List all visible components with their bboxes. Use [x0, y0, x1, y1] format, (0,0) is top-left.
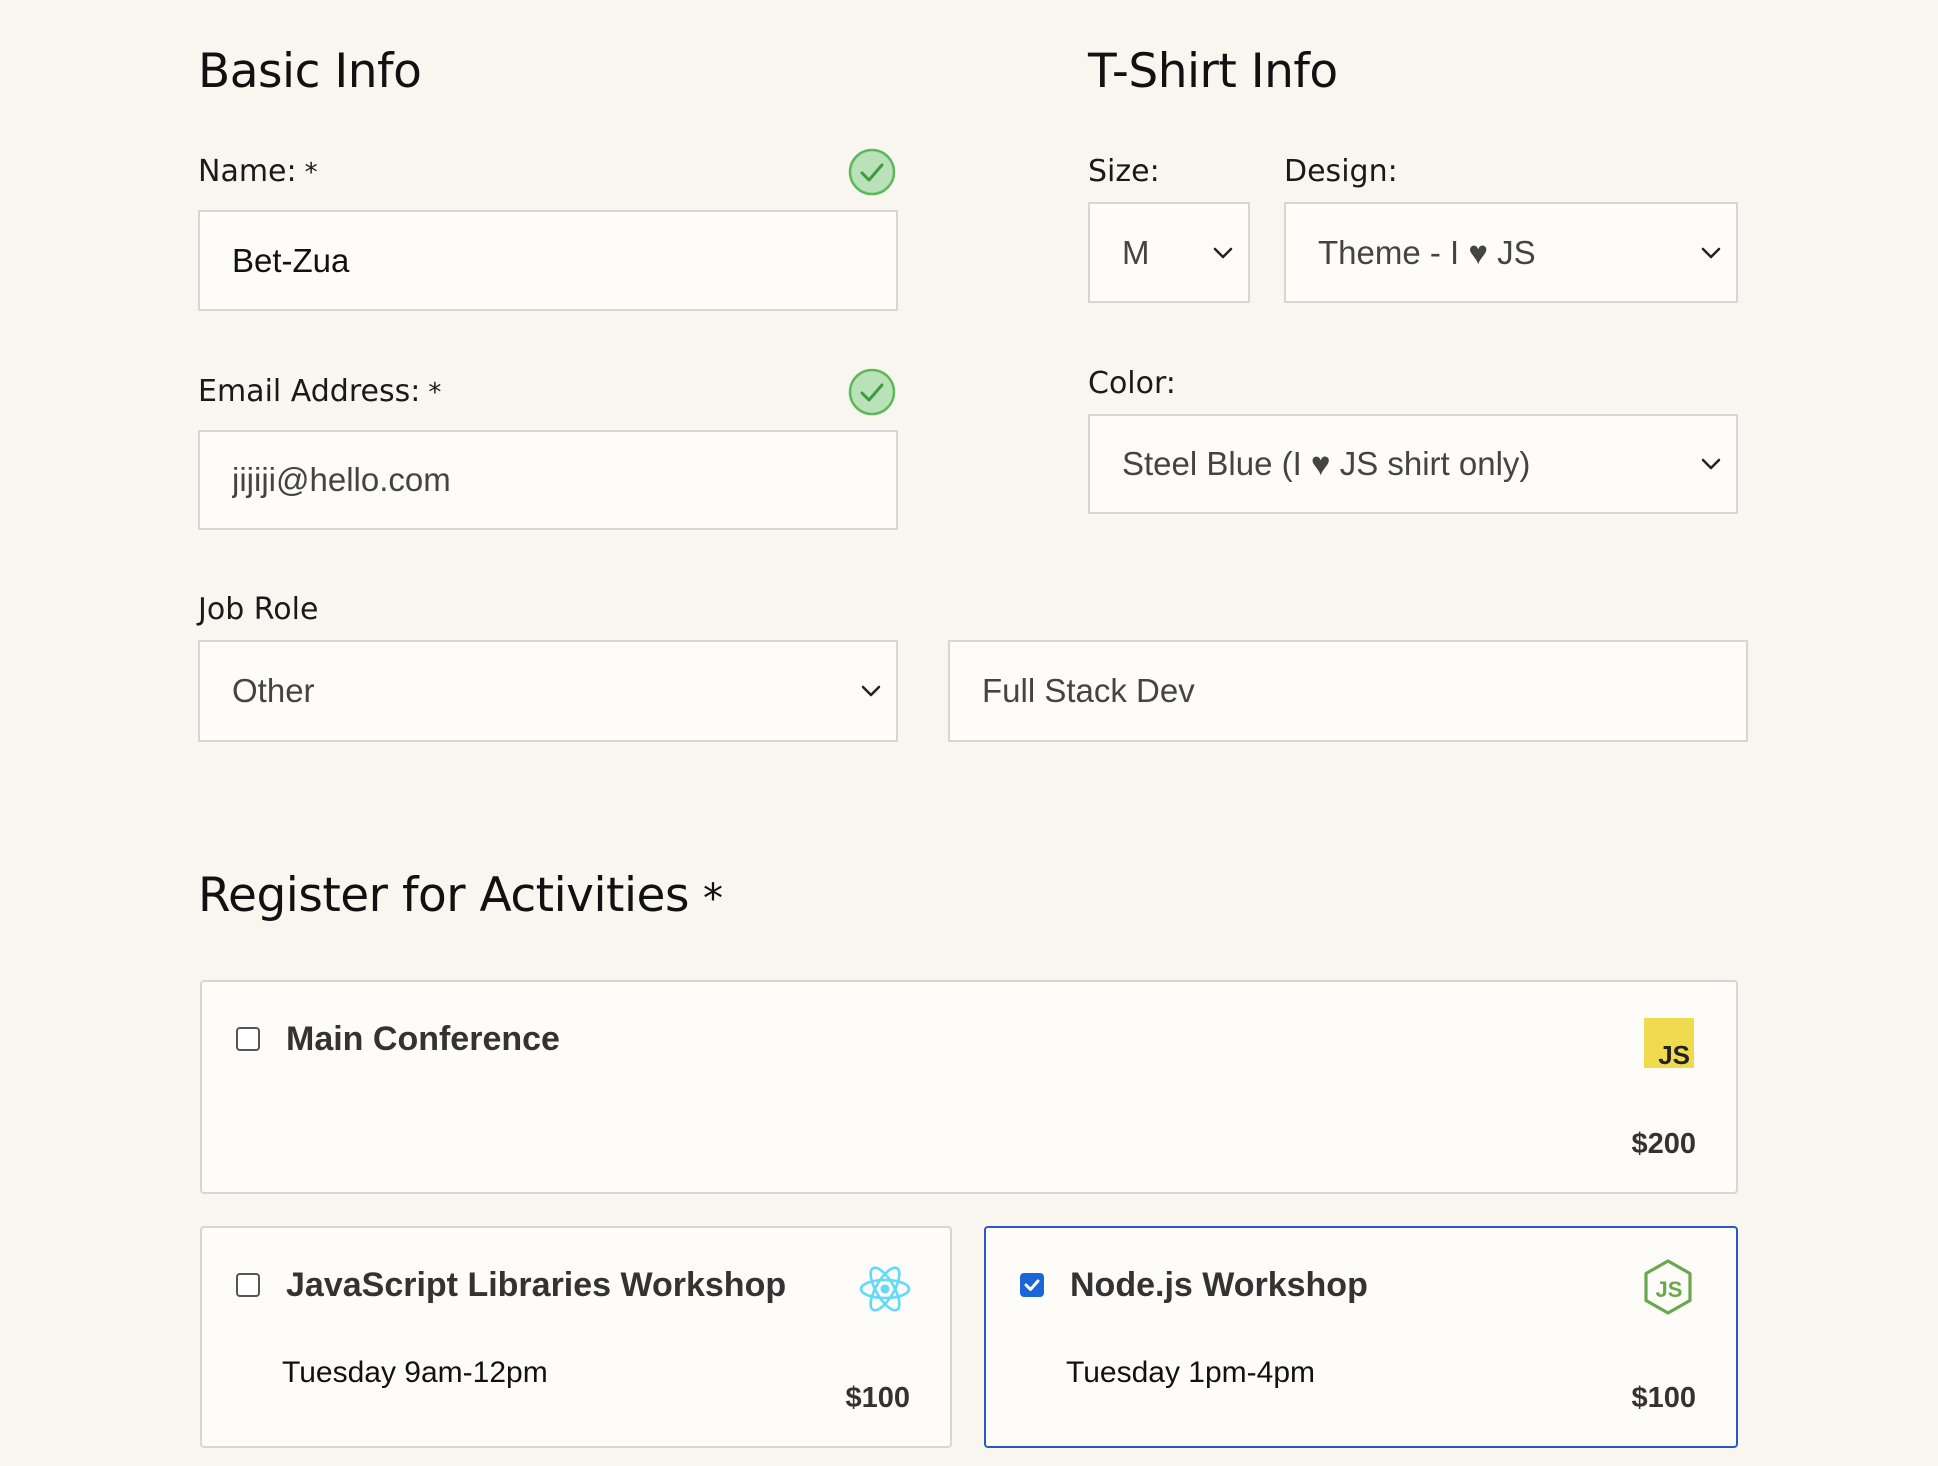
job-role-select[interactable]: Other [198, 640, 898, 742]
email-label-text: Email Address: [198, 374, 421, 409]
activity-time-nodejs: Tuesday 1pm-4pm [1066, 1356, 1315, 1389]
activity-price-js-libraries: $100 [845, 1382, 910, 1414]
svg-text:JS: JS [1656, 1277, 1683, 1302]
activity-card-main-conference[interactable]: Main Conference JS $200 [200, 980, 1738, 1194]
other-job-role-input[interactable]: Full Stack Dev [948, 640, 1748, 742]
activity-title-main-conference: Main Conference [286, 1020, 560, 1058]
chevron-down-icon [1213, 247, 1233, 258]
name-required-mark: * [304, 157, 318, 188]
email-input-value: jijiji@hello.com [232, 461, 451, 498]
activity-title-nodejs: Node.js Workshop [1070, 1266, 1368, 1304]
activity-card-js-libraries[interactable]: JavaScript Libraries Workshop Tuesday 9a… [200, 1226, 952, 1448]
nodejs-icon: JS [1644, 1259, 1692, 1315]
activity-checkbox-js-libraries[interactable] [236, 1273, 260, 1297]
checkmark-icon [1024, 1279, 1040, 1291]
name-label-text: Name: [198, 154, 297, 189]
activity-title-js-libraries: JavaScript Libraries Workshop [286, 1266, 787, 1304]
color-selected-value: Steel Blue (I ♥ JS shirt only) [1122, 445, 1531, 482]
other-job-role-value: Full Stack Dev [982, 672, 1195, 709]
svg-text:JS: JS [1658, 1040, 1690, 1068]
activity-time-js-libraries: Tuesday 9am-12pm [282, 1356, 548, 1389]
job-role-label: Job Role [198, 592, 319, 627]
activity-card-nodejs[interactable]: Node.js Workshop JS Tuesday 1pm-4pm $100 [984, 1226, 1738, 1448]
chevron-down-icon [1701, 247, 1721, 258]
js-icon: JS [1644, 1018, 1694, 1068]
email-input[interactable]: jijiji@hello.com [198, 430, 898, 530]
color-label: Color: [1088, 366, 1176, 401]
tshirt-info-title: T-Shirt Info [1088, 44, 1338, 99]
job-role-selected-value: Other [232, 672, 315, 709]
name-input-value: Bet-Zua [232, 241, 350, 279]
chevron-down-icon [1701, 458, 1721, 470]
size-select[interactable]: M [1088, 202, 1250, 303]
name-input[interactable]: Bet-Zua [198, 210, 898, 311]
email-valid-check-icon [848, 368, 896, 416]
size-selected-value: M [1122, 233, 1150, 271]
email-label: Email Address: * [198, 374, 441, 409]
activity-price-nodejs: $100 [1631, 1382, 1696, 1414]
activity-checkbox-main-conference[interactable] [236, 1027, 260, 1051]
activity-price-main-conference: $200 [1631, 1128, 1696, 1160]
chevron-down-icon [861, 685, 881, 697]
react-icon [859, 1266, 911, 1312]
name-valid-check-icon [848, 148, 896, 196]
activities-title-text: Register for Activities [198, 868, 689, 923]
design-selected-value: Theme - I ♥ JS [1318, 233, 1536, 271]
color-select[interactable]: Steel Blue (I ♥ JS shirt only) [1088, 414, 1738, 514]
name-label: Name: * [198, 154, 318, 189]
design-label: Design: [1284, 154, 1398, 189]
email-required-mark: * [428, 377, 442, 408]
design-select[interactable]: Theme - I ♥ JS [1284, 202, 1738, 303]
activities-title: Register for Activities * [198, 868, 723, 923]
activities-required-mark: * [702, 875, 723, 922]
basic-info-title: Basic Info [198, 44, 422, 99]
size-label: Size: [1088, 154, 1160, 189]
activity-checkbox-nodejs[interactable] [1020, 1273, 1044, 1297]
